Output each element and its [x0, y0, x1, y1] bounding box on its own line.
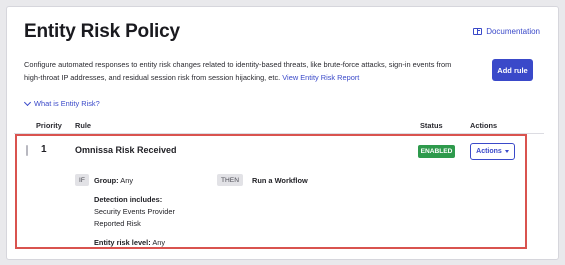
detection-item: Reported Risk	[94, 219, 141, 228]
view-report-link[interactable]: View Entity Risk Report	[282, 73, 359, 82]
status-badge: ENABLED	[418, 145, 455, 158]
documentation-label: Documentation	[486, 27, 540, 36]
then-action: Run a Workflow	[252, 176, 308, 185]
actions-dropdown-button[interactable]: Actions	[470, 143, 515, 160]
documentation-link[interactable]: Documentation	[473, 27, 540, 36]
book-icon	[473, 28, 483, 35]
caret-down-icon	[504, 150, 509, 153]
if-pill: IF	[75, 174, 89, 186]
risk-level-value: Any	[152, 238, 166, 247]
column-header-priority: Priority	[36, 121, 62, 130]
column-header-status: Status	[420, 121, 443, 130]
detection-heading: Detection includes:	[94, 195, 163, 204]
group-condition: Group: Any	[94, 176, 133, 185]
then-pill: THEN	[217, 174, 243, 186]
group-value: Any	[120, 176, 134, 185]
then-action-label: Run a Workflow	[252, 176, 308, 185]
detection-item: Security Events Provider	[94, 207, 175, 216]
column-header-rule: Rule	[75, 121, 92, 130]
column-header-actions: Actions	[470, 121, 498, 130]
page-title: Entity Risk Policy	[24, 21, 180, 42]
detection-block: Detection includes: Security Events Prov…	[94, 194, 175, 249]
risk-level: Entity risk level: Any	[94, 237, 175, 249]
rule-name: Omnissa Risk Received	[75, 145, 177, 155]
add-rule-button[interactable]: Add rule	[492, 59, 533, 81]
rule-priority: 1	[41, 144, 47, 155]
risk-level-label: Entity risk level:	[94, 238, 151, 247]
policy-description: Configure automated responses to entity …	[24, 58, 469, 84]
what-is-entity-risk-toggle[interactable]: What is Entity Risk?	[23, 98, 100, 108]
drag-handle[interactable]	[26, 145, 28, 156]
description-text: Configure automated responses to entity …	[24, 60, 452, 82]
group-label: Group:	[94, 176, 119, 185]
actions-label: Actions	[476, 148, 502, 155]
what-is-label: What is Entity Risk?	[34, 99, 100, 108]
chevron-down-icon	[23, 98, 32, 106]
